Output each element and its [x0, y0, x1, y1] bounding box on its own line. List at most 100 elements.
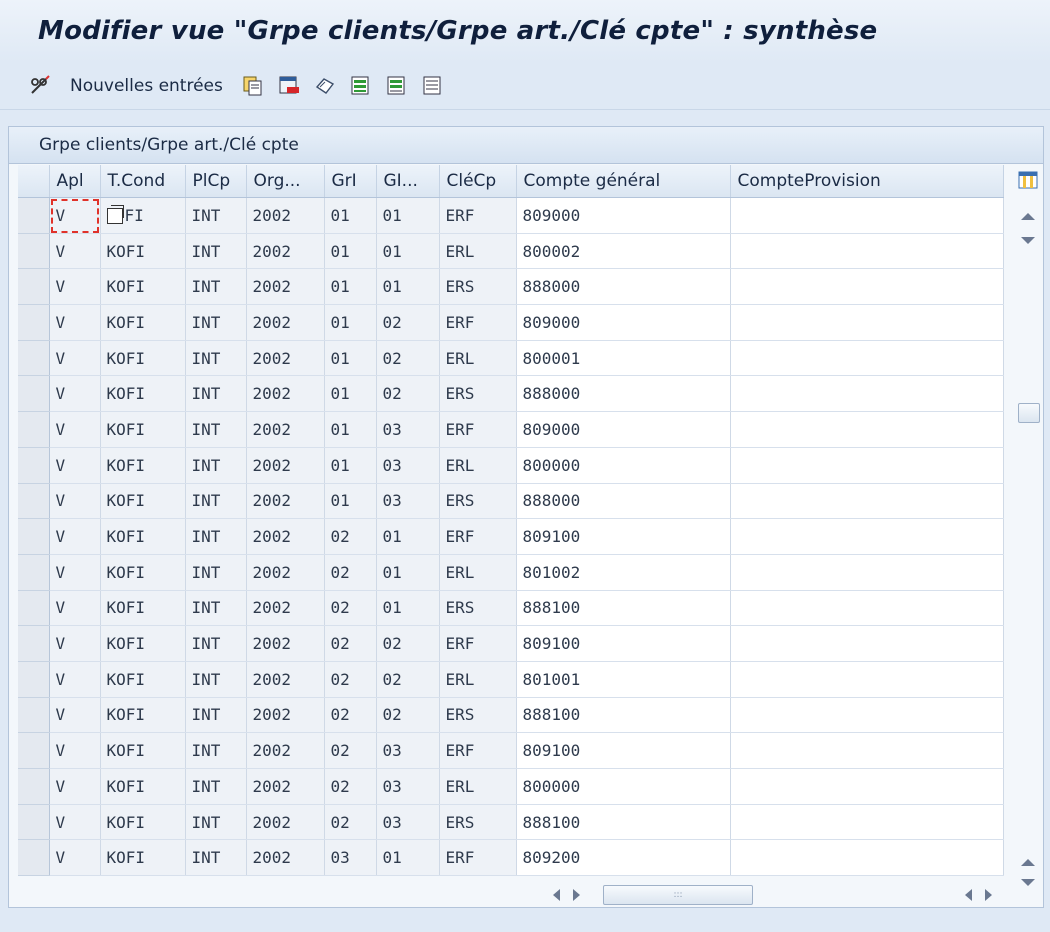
- table-row[interactable]: V KOFI INT 2002 02 02 ERF 809100: [18, 625, 1004, 662]
- horizontal-scrollbar[interactable]: :::: [533, 884, 1013, 906]
- cell-compte-provision[interactable]: [730, 447, 1004, 484]
- scroll-page-down-icon[interactable]: [1021, 237, 1035, 244]
- cell-compte-provision[interactable]: [730, 625, 1004, 662]
- column-header-plcp[interactable]: PlCp: [185, 165, 247, 198]
- deselect-all-icon[interactable]: [421, 74, 445, 98]
- table-row[interactable]: V KOFI INT 2002 02 03 ERL 800000: [18, 768, 1004, 805]
- cell-compte-general[interactable]: 809100: [516, 625, 731, 662]
- vertical-scroll-thumb[interactable]: [1018, 403, 1040, 423]
- cell-compte-provision[interactable]: [730, 804, 1004, 841]
- row-selector[interactable]: [18, 768, 50, 805]
- cell-compte-general[interactable]: 888000: [516, 375, 731, 413]
- table-row[interactable]: V KOFI INT 2002 02 01 ERL 801002: [18, 554, 1004, 591]
- table-row[interactable]: V KOFI INT 2002 01 03 ERF 809000: [18, 411, 1004, 448]
- cell-compte-general[interactable]: 801002: [516, 554, 731, 591]
- table-row[interactable]: V KOFI INT 2002 01 02 ERF 809000: [18, 304, 1004, 341]
- select-all-icon[interactable]: [349, 74, 373, 98]
- table-settings-icon[interactable]: [1016, 165, 1040, 195]
- row-selector[interactable]: [18, 233, 50, 270]
- row-selector[interactable]: [18, 697, 50, 734]
- cell-compte-provision[interactable]: [730, 304, 1004, 341]
- column-header-compte-provision[interactable]: CompteProvision: [730, 165, 1004, 198]
- scroll-down-icon[interactable]: [1021, 879, 1035, 886]
- row-selector[interactable]: [18, 839, 50, 877]
- cell-compte-general[interactable]: 809100: [516, 732, 731, 769]
- cell-compte-general[interactable]: 888000: [516, 483, 731, 520]
- row-selector[interactable]: [18, 340, 50, 377]
- table-row[interactable]: V FI INT 2002 01 01 ERF 809000: [18, 197, 1004, 234]
- cell-compte-general[interactable]: 801001: [516, 661, 731, 698]
- cell-compte-provision[interactable]: [730, 839, 1004, 877]
- row-selector[interactable]: [18, 304, 50, 341]
- cell-compte-provision[interactable]: [730, 233, 1004, 270]
- table-row[interactable]: V KOFI INT 2002 03 01 ERF 809200: [18, 839, 1004, 877]
- copy-icon[interactable]: [106, 205, 124, 225]
- table-row[interactable]: V KOFI INT 2002 01 03 ERS 888000: [18, 483, 1004, 520]
- table-row[interactable]: V KOFI INT 2002 01 03 ERL 800000: [18, 447, 1004, 484]
- select-all-corner[interactable]: [18, 165, 50, 198]
- horizontal-scroll-thumb[interactable]: :::: [603, 885, 753, 905]
- table-row[interactable]: V KOFI INT 2002 01 02 ERS 888000: [18, 375, 1004, 413]
- cell-compte-provision[interactable]: [730, 340, 1004, 377]
- table-row[interactable]: V KOFI INT 2002 02 03 ERF 809100: [18, 732, 1004, 769]
- cell-compte-general[interactable]: 809000: [516, 411, 731, 448]
- cell-compte-provision[interactable]: [730, 518, 1004, 555]
- column-header-clecp[interactable]: CléCp: [439, 165, 517, 198]
- column-header-compte-general[interactable]: Compte général: [516, 165, 731, 198]
- scroll-left-icon[interactable]: [965, 889, 972, 901]
- cell-compte-general[interactable]: 800000: [516, 447, 731, 484]
- table-row[interactable]: V KOFI INT 2002 02 03 ERS 888100: [18, 804, 1004, 841]
- copy-icon[interactable]: [241, 74, 265, 98]
- row-selector[interactable]: [18, 625, 50, 662]
- row-selector[interactable]: [18, 804, 50, 841]
- row-selector[interactable]: [18, 268, 50, 306]
- cell-compte-provision[interactable]: [730, 411, 1004, 448]
- row-selector[interactable]: [18, 197, 50, 234]
- row-selector[interactable]: [18, 661, 50, 698]
- cell-compte-general[interactable]: 888100: [516, 804, 731, 841]
- cell-compte-provision[interactable]: [730, 268, 1004, 306]
- vertical-scrollbar[interactable]: [1016, 165, 1040, 886]
- cell-compte-general[interactable]: 809200: [516, 839, 731, 877]
- table-row[interactable]: V KOFI INT 2002 01 01 ERS 888000: [18, 268, 1004, 306]
- scroll-left-icon[interactable]: [553, 889, 560, 901]
- column-header-tcond[interactable]: T.Cond: [100, 165, 186, 198]
- table-row[interactable]: V KOFI INT 2002 02 01 ERS 888100: [18, 590, 1004, 627]
- column-header-gi[interactable]: GI...: [376, 165, 440, 198]
- column-header-apl[interactable]: Apl: [49, 165, 101, 198]
- cell-compte-provision[interactable]: [730, 768, 1004, 805]
- delete-icon[interactable]: [277, 74, 301, 98]
- cell-compte-provision[interactable]: [730, 732, 1004, 769]
- edit-glasses-icon[interactable]: [28, 74, 52, 98]
- cell-compte-general[interactable]: 800000: [516, 768, 731, 805]
- table-row[interactable]: V KOFI INT 2002 02 02 ERS 888100: [18, 697, 1004, 734]
- cell-compte-provision[interactable]: [730, 661, 1004, 698]
- cell-compte-provision[interactable]: [730, 375, 1004, 413]
- table-row[interactable]: V KOFI INT 2002 01 01 ERL 800002: [18, 233, 1004, 270]
- row-selector[interactable]: [18, 518, 50, 555]
- scroll-right-icon[interactable]: [985, 889, 992, 901]
- select-block-icon[interactable]: [385, 74, 409, 98]
- new-entries-button[interactable]: Nouvelles entrées: [70, 76, 223, 96]
- row-selector[interactable]: [18, 554, 50, 591]
- cell-compte-provision[interactable]: [730, 197, 1004, 234]
- cell-compte-general[interactable]: 888100: [516, 697, 731, 734]
- row-selector[interactable]: [18, 411, 50, 448]
- cell-compte-general[interactable]: 800002: [516, 233, 731, 270]
- table-row[interactable]: V KOFI INT 2002 02 02 ERL 801001: [18, 661, 1004, 698]
- row-selector[interactable]: [18, 590, 50, 627]
- cell-compte-provision[interactable]: [730, 590, 1004, 627]
- scroll-right-icon[interactable]: [573, 889, 580, 901]
- scroll-page-up-icon[interactable]: [1021, 213, 1035, 220]
- row-selector[interactable]: [18, 375, 50, 413]
- row-selector[interactable]: [18, 732, 50, 769]
- row-selector[interactable]: [18, 483, 50, 520]
- column-header-gri[interactable]: GrI: [324, 165, 377, 198]
- column-header-org[interactable]: Org...: [246, 165, 325, 198]
- cell-compte-general[interactable]: 809000: [516, 304, 731, 341]
- cell-compte-provision[interactable]: [730, 697, 1004, 734]
- cell-compte-general[interactable]: 809000: [516, 197, 731, 234]
- undo-icon[interactable]: [313, 74, 337, 98]
- row-selector[interactable]: [18, 447, 50, 484]
- table-row[interactable]: V KOFI INT 2002 01 02 ERL 800001: [18, 340, 1004, 377]
